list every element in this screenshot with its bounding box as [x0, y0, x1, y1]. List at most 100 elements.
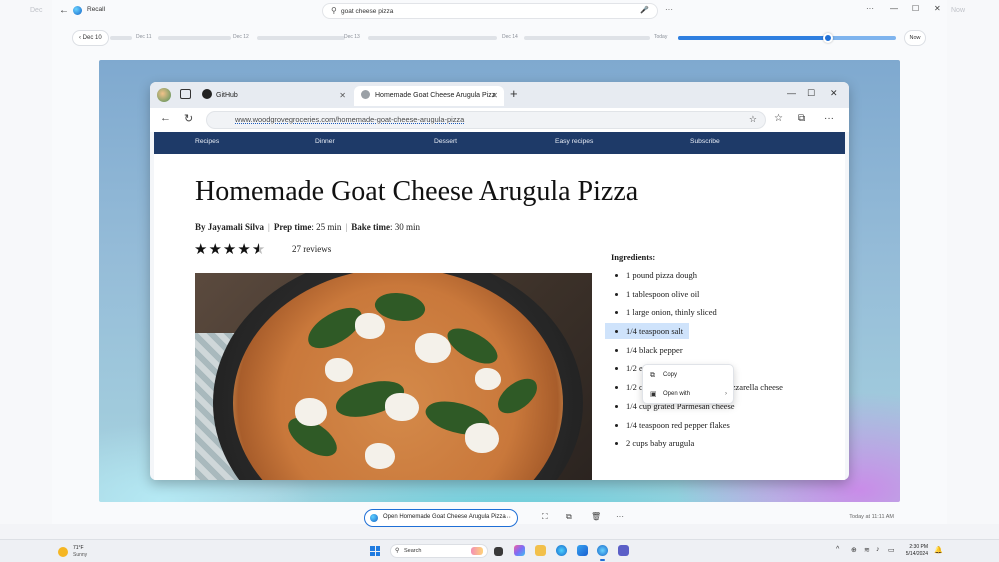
store-icon[interactable]	[577, 545, 588, 556]
chevron-up-icon[interactable]: ^	[836, 546, 839, 553]
nav-link-dessert[interactable]: Dessert	[434, 138, 457, 145]
ingredient-text[interactable]: 1 pound pizza dough	[605, 267, 704, 283]
ingredient-text[interactable]: 1 tablespoon olive oil	[605, 285, 706, 302]
ingredient-text[interactable]: 1 large onion, thinly sliced	[605, 304, 723, 321]
ingredient-item[interactable]: 1 pound pizza dough	[605, 267, 835, 286]
recall-taskbar-icon[interactable]	[597, 545, 608, 556]
ingredient-text[interactable]: 1/4 teaspoon red pepper flakes	[605, 416, 736, 433]
search-more-options-icon[interactable]: ···	[665, 5, 673, 14]
ingredient-text[interactable]: 1/4 teaspoon salt	[605, 323, 690, 340]
ingredient-text[interactable]: 2 cups baby arugula	[605, 435, 701, 452]
timeline-segment[interactable]	[524, 36, 650, 40]
nav-link-subscribe[interactable]: Subscribe	[690, 138, 720, 145]
ingredient-item[interactable]: 2 cups baby arugula	[605, 435, 835, 454]
nav-link-easy-recipes[interactable]: Easy recipes	[555, 138, 593, 145]
timeline-today-track[interactable]	[678, 36, 896, 40]
timeline[interactable]: ‹ Dec 10 Dec 11 Dec 12 Dec 13 Dec 14 Tod…	[72, 30, 927, 46]
window-more-icon[interactable]: ···	[866, 4, 874, 13]
timeline-progress-fill	[678, 36, 829, 40]
collections-icon[interactable]: ⧉	[798, 113, 805, 124]
taskbar-search[interactable]: ⚲ Search	[390, 544, 488, 558]
tab-close-icon[interactable]: ✕	[491, 86, 498, 106]
close-icon[interactable]: ✕	[934, 4, 941, 13]
timeline-segment[interactable]	[158, 36, 231, 40]
wifi-icon[interactable]: ≋	[864, 546, 870, 554]
ingredient-item[interactable]: 1 tablespoon olive oil	[605, 285, 835, 305]
prep-time-label: Prep time	[273, 222, 312, 232]
battery-icon[interactable]: ▭	[888, 546, 895, 554]
microphone-icon[interactable]: 🎤	[640, 6, 649, 14]
timeline-label: Dec 12	[233, 34, 249, 40]
timeline-label: Today	[654, 34, 668, 40]
timeline-slider-thumb[interactable]	[823, 33, 834, 43]
task-view-icon[interactable]	[494, 547, 503, 556]
clock[interactable]: 2:30 PM 5/14/2024	[898, 544, 928, 558]
web-page: Recipes Dinner Dessert Easy recipes Subs…	[154, 132, 845, 480]
favorites-icon[interactable]: ☆	[774, 113, 783, 124]
network-globe-icon[interactable]: ⊕	[851, 546, 857, 554]
timeline-segment[interactable]	[257, 36, 345, 40]
browser-menu-icon[interactable]: ···	[824, 113, 834, 124]
notifications-bell-icon[interactable]: 🔔	[934, 546, 943, 554]
context-menu-copy[interactable]: ⧉ Copy	[643, 367, 735, 384]
back-arrow-icon[interactable]: ←	[59, 5, 69, 16]
bake-time-value: : 30 min	[389, 222, 420, 232]
open-with-icon: ▣	[650, 391, 657, 398]
star-icon: ★	[208, 241, 222, 258]
browser-maximize-icon[interactable]: ☐	[807, 88, 815, 99]
timeline-now-button[interactable]: Now	[904, 30, 926, 46]
copilot-icon[interactable]	[514, 545, 525, 556]
edge-icon	[370, 514, 378, 522]
edge-browser-icon[interactable]	[556, 545, 567, 556]
nav-link-dinner[interactable]: Dinner	[315, 138, 335, 145]
goat-cheese	[475, 368, 501, 390]
tab-close-icon[interactable]: ✕	[339, 86, 346, 106]
context-menu-open-with[interactable]: ▣ Open with ›	[643, 386, 735, 403]
open-in-app-button[interactable]: Open Homemade Goat Cheese Arugula Pizza …	[364, 509, 518, 527]
timeline-start-button[interactable]: ‹ Dec 10	[72, 30, 109, 46]
star-icon: ★	[222, 241, 237, 258]
previous-snapshot-pane[interactable]: Dec	[0, 0, 52, 524]
previous-snapshot-label: Dec	[30, 7, 43, 14]
next-snapshot-pane[interactable]: Now	[947, 0, 999, 524]
more-options-icon[interactable]: ···	[616, 512, 624, 521]
ingredient-text[interactable]: 1/4 black pepper	[605, 341, 689, 358]
timeline-segment[interactable]	[368, 36, 497, 40]
copy-snapshot-icon[interactable]: ⧉	[566, 512, 572, 522]
timeline-label: Dec 14	[502, 34, 518, 40]
start-icon[interactable]	[370, 546, 380, 556]
browser-close-icon[interactable]: ✕	[830, 88, 838, 99]
volume-icon[interactable]: ♪	[876, 546, 880, 553]
prep-time-value: : 25 min	[311, 222, 342, 232]
minimize-icon[interactable]: —	[890, 4, 898, 13]
tab-recipe[interactable]: Homemade Goat Cheese Arugula Pizz ✕	[354, 86, 504, 106]
address-bar[interactable]: www.woodgrovegroceries.com/homemade-goat…	[206, 111, 766, 129]
file-explorer-icon[interactable]	[535, 545, 546, 556]
ingredient-item[interactable]: 1/4 black pepper	[605, 341, 835, 361]
search-input[interactable]	[341, 6, 631, 17]
ingredient-item[interactable]: 1 large onion, thinly sliced	[605, 304, 835, 323]
site-favicon-icon	[361, 89, 370, 99]
timeline-segment[interactable]	[110, 36, 132, 40]
teams-icon[interactable]	[618, 545, 629, 556]
maximize-icon[interactable]: ☐	[912, 4, 919, 13]
delete-icon[interactable]: 🗑	[591, 512, 601, 521]
add-favorite-icon[interactable]: ☆	[749, 114, 757, 125]
review-count[interactable]: 27 reviews	[292, 244, 331, 254]
tab-github[interactable]: GitHub ✕	[202, 86, 352, 106]
browser-toolbar: ← ↻ www.woodgrovegroceries.com/homemade-…	[150, 108, 849, 132]
search-box[interactable]: ⚲ 🎤	[322, 3, 658, 19]
screenshot-select-icon[interactable]: ⛶	[542, 512, 548, 522]
nav-link-recipes[interactable]: Recipes	[195, 138, 219, 145]
browser-back-icon[interactable]: ←	[160, 112, 171, 124]
open-more-icon[interactable]: ···	[504, 510, 511, 525]
profile-avatar[interactable]	[157, 88, 171, 102]
tab-actions-icon[interactable]	[180, 89, 191, 99]
snapshot-view[interactable]: GitHub ✕ Homemade Goat Cheese Arugula Pi…	[99, 60, 900, 502]
ingredient-item[interactable]: 1/4 teaspoon salt	[605, 323, 835, 342]
app-name: Recall	[87, 6, 106, 13]
ingredient-item[interactable]: 1/4 teaspoon red pepper flakes	[605, 416, 835, 436]
refresh-icon[interactable]: ↻	[184, 112, 193, 125]
browser-minimize-icon[interactable]: —	[787, 88, 796, 98]
new-tab-icon[interactable]: +	[510, 86, 518, 101]
